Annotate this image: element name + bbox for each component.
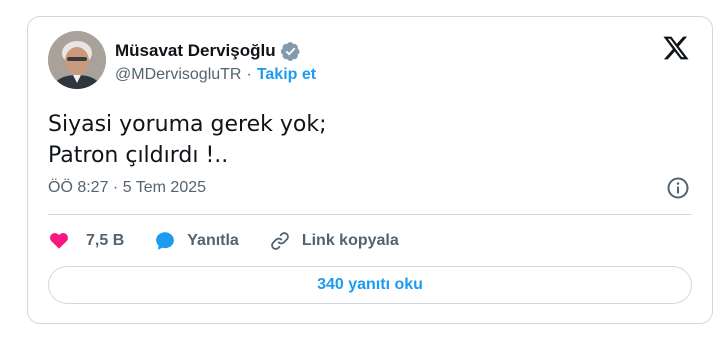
reply-label: Yanıtla xyxy=(187,232,239,249)
author-handle-row: @MDervisogluTR · Takip et xyxy=(115,66,316,84)
like-count: 7,5 B xyxy=(86,232,125,249)
author-display-name[interactable]: Müsavat Dervişoğlu xyxy=(115,41,276,61)
tweet-line-2: Patron çıldırdı !.. xyxy=(48,143,229,168)
avatar[interactable] xyxy=(48,31,106,89)
read-replies-button[interactable]: 340 yanıtı oku xyxy=(48,266,692,304)
x-logo-icon[interactable] xyxy=(662,34,690,62)
copy-link-label: Link kopyala xyxy=(301,232,399,249)
tweet-text: Siyasi yoruma gerek yok; Patron çıldırdı… xyxy=(48,109,326,171)
reply-button[interactable]: Yanıtla xyxy=(154,230,239,252)
copy-link-button[interactable]: Link kopyala xyxy=(269,230,399,252)
like-button[interactable]: 7,5 B xyxy=(48,230,124,252)
handle-separator: · xyxy=(246,66,252,83)
author-handle[interactable]: @MDervisogluTR xyxy=(115,66,241,84)
heart-icon xyxy=(50,232,68,249)
author-name-row: Müsavat Dervişoğlu xyxy=(115,39,301,63)
tweet-card: Müsavat Dervişoğlu @MDervisogluTR · Taki… xyxy=(27,16,713,324)
tweet-timestamp[interactable]: ÖÖ 8:27 · 5 Tem 2025 xyxy=(48,179,206,197)
speech-bubble-icon xyxy=(156,232,175,250)
follow-link[interactable]: Takip et xyxy=(257,66,316,84)
link-icon xyxy=(270,232,289,250)
verified-badge-icon xyxy=(280,41,301,62)
divider xyxy=(48,214,692,215)
action-bar: 7,5 B Yanıtla Link kopyala xyxy=(48,226,429,256)
tweet-line-1: Siyasi yoruma gerek yok; xyxy=(48,112,327,137)
info-icon[interactable] xyxy=(666,176,690,200)
